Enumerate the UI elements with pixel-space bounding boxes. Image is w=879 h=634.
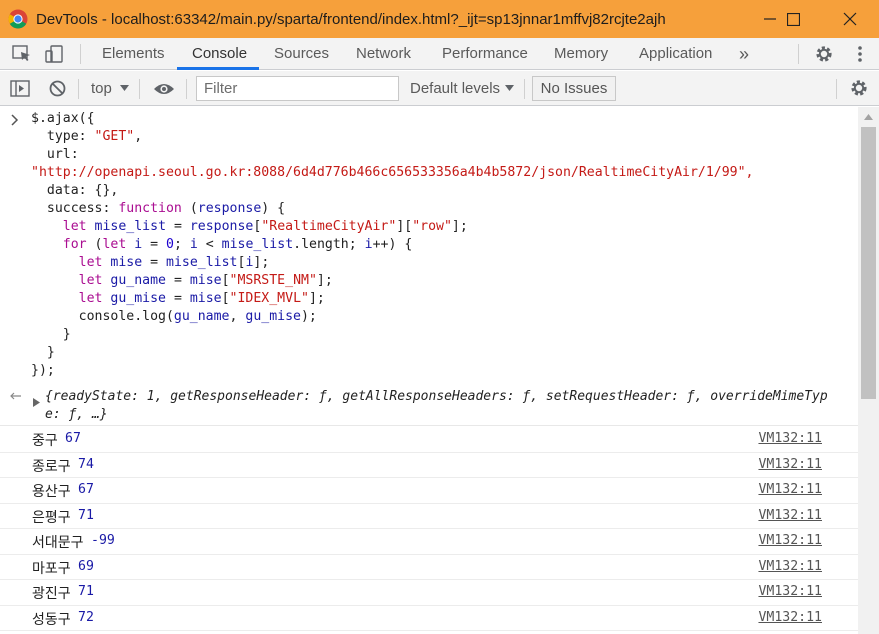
log-entry: 은평구 71 VM132:11 [0, 504, 858, 529]
log-entry: 종로구 74 VM132:11 [0, 453, 858, 478]
code-line: let mise = mise_list[i]; [78, 255, 270, 270]
tab-performance[interactable]: Performance [442, 38, 528, 69]
log-gu-name: 용산구 [32, 484, 71, 500]
chevron-down-icon [120, 85, 129, 91]
tab-sources[interactable]: Sources [274, 38, 329, 69]
code-line: } [31, 327, 71, 342]
log-gu-name: 중구 [32, 433, 58, 449]
window-title: DevTools - localhost:63342/main.py/spart… [36, 10, 666, 28]
console-settings-gear-icon[interactable] [849, 78, 869, 98]
code-line: console.log(gu_name, gu_mise); [31, 309, 317, 324]
toolbar-divider [836, 79, 837, 99]
title-bar: DevTools - localhost:63342/main.py/spart… [0, 0, 879, 38]
code-line: let gu_name = mise["MSRSTE_NM"]; [78, 273, 333, 288]
code-line: success: function (response) { [31, 201, 286, 216]
log-source-link[interactable]: VM132:11 [758, 508, 822, 523]
log-mise-value: 72 [78, 609, 94, 625]
log-source-link[interactable]: VM132:11 [758, 559, 822, 574]
log-gu-name: 은평구 [32, 509, 71, 526]
expand-triangle-icon[interactable] [33, 398, 40, 407]
return-value-row[interactable]: {readyState: 1, getResponseHeader: ƒ, ge… [0, 385, 858, 426]
more-tabs-button[interactable]: » [739, 38, 749, 69]
toolbar-divider [139, 79, 140, 99]
chrome-logo-icon [8, 9, 28, 29]
log-entry: 중구 67 VM132:11 [0, 427, 858, 453]
log-mise-value: 69 [78, 558, 94, 574]
log-mise-value: 67 [78, 482, 94, 497]
sidebar-toggle-icon[interactable] [10, 80, 30, 97]
maximize-icon [786, 12, 800, 26]
clear-console-icon[interactable] [49, 80, 66, 97]
log-source-link[interactable]: VM132:11 [758, 533, 822, 548]
log-source-link[interactable]: VM132:11 [758, 431, 822, 446]
log-source-link[interactable]: VM132:11 [758, 482, 822, 497]
code-line: "http://openapi.seoul.go.kr:8088/6d4d776… [31, 165, 754, 180]
return-value-object[interactable]: {readyState: 1, getResponseHeader: ƒ, ge… [45, 388, 835, 424]
code-line: data: {}, [31, 183, 119, 198]
filter-field[interactable] [196, 76, 399, 101]
console-toolbar: top Default levels No Issues [0, 71, 879, 106]
active-tab-indicator [177, 67, 259, 70]
vertical-scrollbar[interactable] [858, 107, 879, 634]
code-line: } [31, 345, 55, 360]
tab-application[interactable]: Application [639, 38, 712, 69]
toolbar-divider [186, 79, 187, 99]
log-mise-value: -99 [91, 533, 115, 548]
toolbar-divider [80, 44, 81, 64]
log-mise-value: 71 [78, 584, 94, 599]
settings-gear-icon[interactable] [814, 44, 834, 64]
scroll-up-arrow-icon[interactable] [864, 114, 873, 120]
maximize-button[interactable] [770, 0, 816, 38]
input-prompt-chevron-icon [11, 114, 19, 126]
log-levels-label: Default levels [410, 80, 501, 97]
more-options-kebab-icon[interactable] [850, 45, 870, 63]
log-gu-name: 광진구 [32, 586, 71, 602]
log-gu-name: 종로구 [32, 458, 71, 475]
log-source-link[interactable]: VM132:11 [758, 584, 822, 599]
console-output[interactable]: $.ajax({ type: "GET", url: "http://opena… [0, 107, 858, 634]
code-line: for (let i = 0; i < mise_list.length; i+… [62, 237, 413, 252]
code-line: type: "GET", [31, 129, 143, 144]
chevron-down-icon [505, 85, 514, 91]
code-line: url: [31, 147, 79, 162]
log-gu-name: 서대문구 [32, 535, 84, 551]
log-mise-value: 74 [78, 456, 94, 472]
tab-console[interactable]: Console [192, 38, 247, 69]
inspect-element-icon[interactable] [12, 45, 32, 63]
toolbar-divider [798, 44, 799, 64]
issues-button[interactable]: No Issues [532, 76, 616, 101]
device-toolbar-icon[interactable] [45, 45, 65, 63]
return-arrow-icon [10, 392, 21, 400]
close-icon [843, 12, 857, 26]
log-gu-name: 성동구 [32, 611, 71, 628]
toolbar-divider [524, 79, 525, 99]
eye-icon[interactable] [153, 82, 175, 96]
log-mise-value: 67 [65, 431, 81, 446]
tab-elements[interactable]: Elements [102, 38, 165, 69]
log-entry: 성동구 72 VM132:11 [0, 606, 858, 631]
code-line: let mise_list = response["RealtimeCityAi… [62, 219, 468, 234]
log-entry: 광진구 71 VM132:11 [0, 580, 858, 606]
tab-network[interactable]: Network [356, 38, 411, 69]
log-source-link[interactable]: VM132:11 [758, 610, 822, 625]
log-mise-value: 71 [78, 507, 94, 523]
code-line: $.ajax({ [31, 111, 95, 126]
log-source-link[interactable]: VM132:11 [758, 457, 822, 472]
tab-memory[interactable]: Memory [554, 38, 608, 69]
filter-input[interactable] [197, 77, 398, 100]
log-entry: 서대문구 -99 VM132:11 [0, 529, 858, 555]
devtools-tab-bar: Elements Console Sources Network Perform… [0, 38, 879, 70]
context-selector-label: top [91, 80, 112, 97]
scrollbar-thumb[interactable] [861, 127, 876, 399]
toolbar-divider [78, 79, 79, 99]
log-entry: 마포구 69 VM132:11 [0, 555, 858, 580]
code-line: }); [31, 363, 55, 378]
log-entry: 용산구 67 VM132:11 [0, 478, 858, 504]
log-gu-name: 마포구 [32, 560, 71, 577]
code-line: let gu_mise = mise["IDEX_MVL"]; [78, 291, 325, 306]
close-button[interactable] [827, 0, 873, 38]
